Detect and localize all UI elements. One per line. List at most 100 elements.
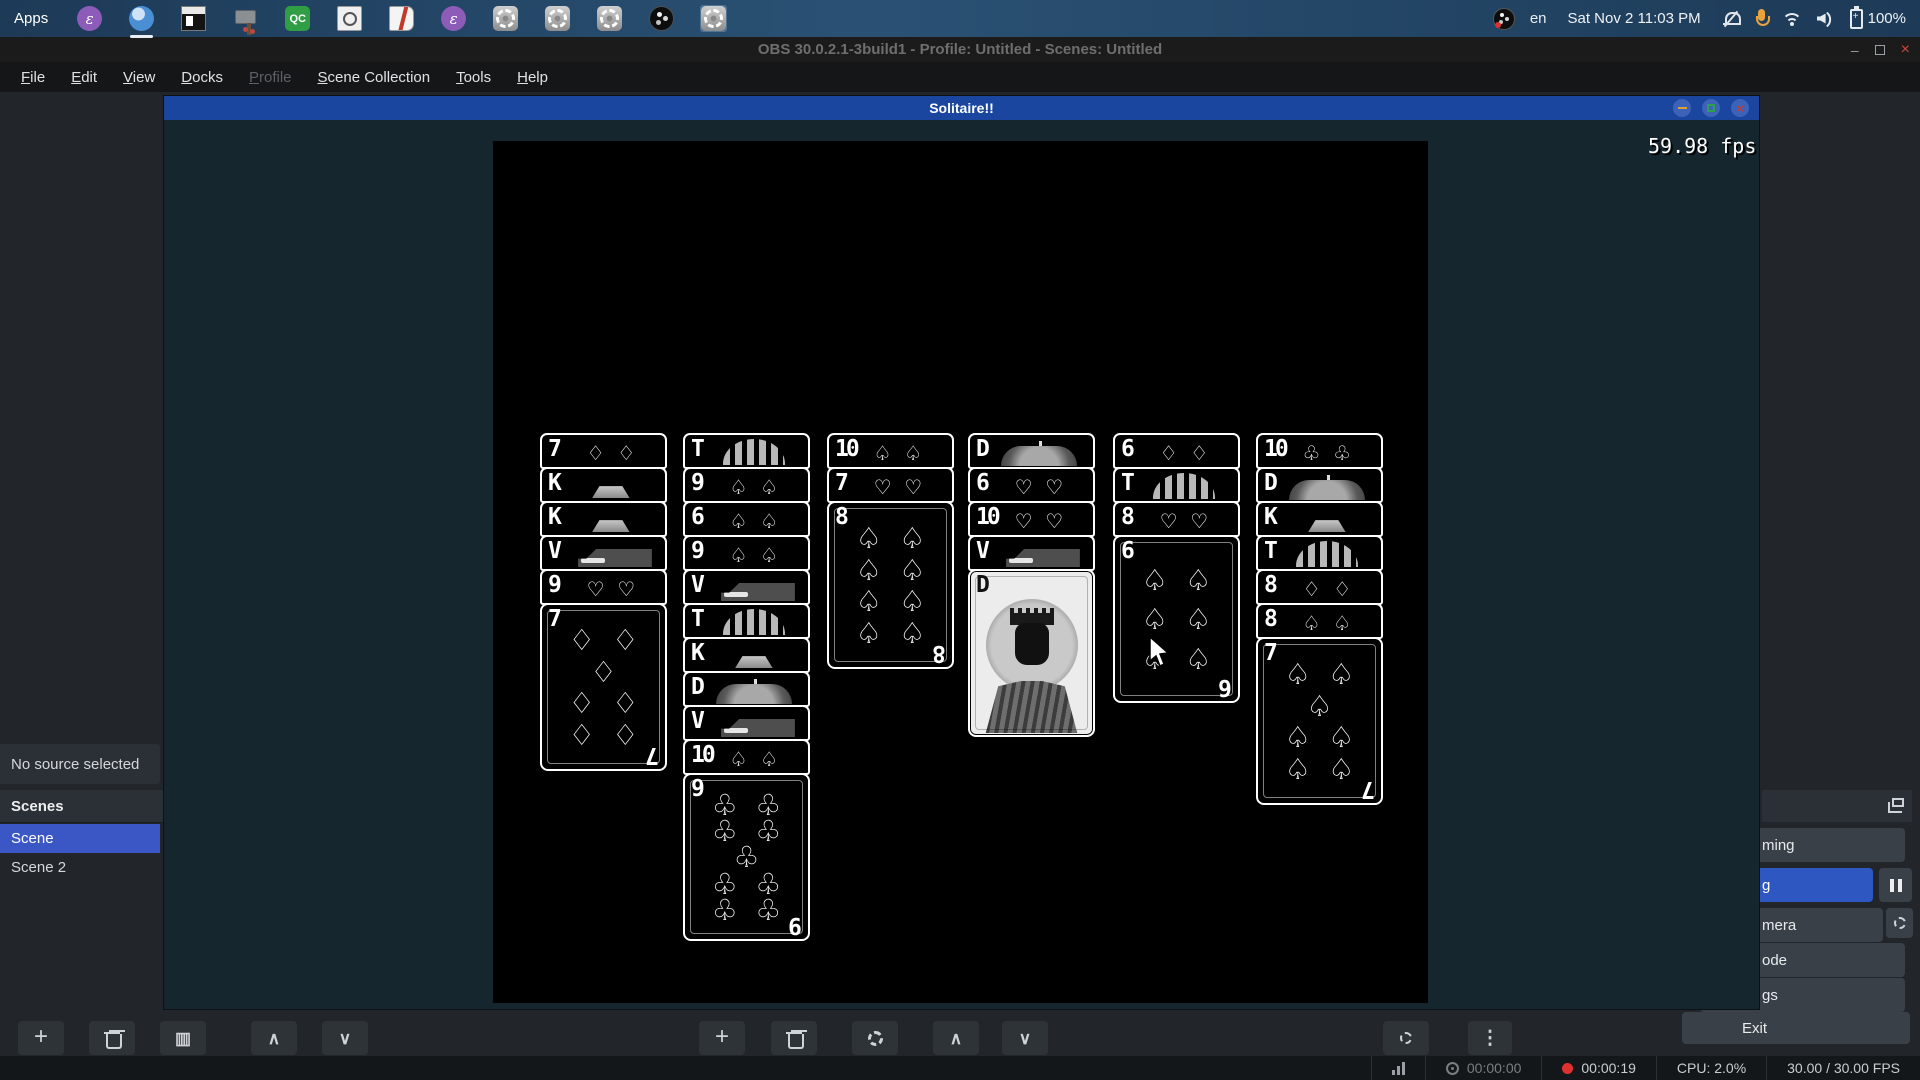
source-properties-gear-icon[interactable] [852,1021,898,1055]
card-K-crown[interactable]: K [1256,501,1383,537]
filesearch-launcher-icon[interactable] [336,5,363,32]
card-8-spades[interactable]: 8♤ ♤ [1256,603,1383,639]
remove-scene-button[interactable] [89,1021,135,1055]
card-7-diamonds[interactable]: 7♢♢♢♢♢♢♢7 [540,603,667,771]
notifications-muted-icon[interactable] [1722,10,1740,28]
card-7-hearts[interactable]: 7♡ ♡ [827,467,954,503]
card-D-sun[interactable]: D [968,433,1095,469]
card-V-boat[interactable]: V [968,535,1095,571]
card-V-boat[interactable]: V [540,535,667,571]
terminal-launcher-icon[interactable] [180,5,207,32]
remove-source-button[interactable] [771,1021,817,1055]
wifi-icon[interactable] [1782,11,1802,27]
card-6-spades[interactable]: 6♤♤♤♤♤♤6 [1113,535,1240,703]
obs-launcher-icon[interactable] [648,5,675,32]
card-7-spades[interactable]: 7♤♤♤♤♤♤♤7 [1256,637,1383,805]
advanced-audio-gear-icon[interactable] [1383,1021,1429,1055]
card-K-crown[interactable]: K [540,501,667,537]
browser-launcher-icon[interactable] [128,5,155,32]
card-T-feathers[interactable]: T [683,433,810,469]
crown-art-icon [585,515,637,532]
card-V-boat[interactable]: V [683,705,810,741]
add-source-button[interactable]: + [699,1021,745,1055]
launcher-icons: ε QC ε [76,5,727,32]
solitaire-minimize-icon[interactable] [1673,99,1691,117]
card-9-spades[interactable]: 9♤ ♤ [683,467,810,503]
card-8-hearts[interactable]: 8♡ ♡ [1113,501,1240,537]
scene-filters-button[interactable]: ▥ [160,1021,206,1055]
minimize-icon[interactable]: – [1851,43,1859,57]
book-launcher-icon[interactable] [388,5,415,32]
kebab-menu-icon[interactable]: ⋮ [1468,1021,1512,1055]
pause-recording-button[interactable] [1879,868,1912,902]
card-D-sun[interactable]: D [1256,467,1383,503]
card-10-clubs[interactable]: 10♧ ♧ [1256,433,1383,469]
menu-scene-collection[interactable]: Scene Collection [305,65,444,90]
card-9-hearts[interactable]: 9♡ ♡ [540,569,667,605]
fps-overlay: 59.98 fps [1648,134,1756,158]
clock[interactable]: Sat Nov 2 11:03 PM [1568,10,1701,27]
volume-icon[interactable] [1817,11,1835,27]
card-column-3: 10♤ ♤7♡ ♡8♤♤♤♤♤♤♤♤8 [827,141,954,1003]
card-10-spades[interactable]: 10♤ ♤ [683,739,810,775]
qc-launcher-icon[interactable]: QC [284,5,311,32]
scene-move-up-button[interactable]: ∧ [251,1021,297,1055]
dock-popout-icon[interactable] [1892,798,1904,807]
menu-help[interactable]: Help [504,65,561,90]
scene-row-scene-2[interactable]: Scene 2 [0,853,160,882]
emacs-launcher-icon[interactable]: ε [76,5,103,32]
card-6-diamonds[interactable]: 6♢ ♢ [1113,433,1240,469]
menu-profile[interactable]: Profile [236,65,305,90]
card-T-feathers[interactable]: T [1113,467,1240,503]
solitaire-maximize-icon[interactable] [1702,99,1720,117]
card-10-hearts[interactable]: 10♡ ♡ [968,501,1095,537]
gear-launcher-icon[interactable] [544,5,571,32]
card-rank: 10 [976,506,998,529]
card-V-boat[interactable]: V [683,569,810,605]
emacs-launcher-icon[interactable]: ε [440,5,467,32]
keyboard-layout-indicator[interactable]: en [1530,10,1547,27]
menu-edit[interactable]: Edit [58,65,110,90]
menu-file[interactable]: File [8,65,58,90]
battery-indicator[interactable]: 100% [1850,9,1906,29]
signal-bars-icon [1392,1062,1405,1075]
solitaire-titlebar[interactable]: Solitaire!! × [164,96,1759,120]
signpost-launcher-icon[interactable] [232,5,259,32]
solitaire-close-icon[interactable]: × [1731,99,1749,117]
card-K-crown[interactable]: K [540,467,667,503]
source-move-down-button[interactable]: ∨ [1002,1021,1048,1055]
maximize-icon[interactable] [1875,45,1885,55]
card-8-spades[interactable]: 8♤♤♤♤♤♤♤♤8 [827,501,954,669]
card-9-spades[interactable]: 9♤ ♤ [683,535,810,571]
card-9-clubs[interactable]: 9♧♧♧♧♧♧♧♧♧9 [683,773,810,941]
card-6-hearts[interactable]: 6♡ ♡ [968,467,1095,503]
card-7-diamonds[interactable]: 7♢ ♢ [540,433,667,469]
card-6-spades[interactable]: 6♤ ♤ [683,501,810,537]
card-K-crown[interactable]: K [683,637,810,673]
menu-view[interactable]: View [110,65,168,90]
card-8-diamonds[interactable]: 8♢ ♢ [1256,569,1383,605]
add-scene-button[interactable]: + [18,1021,64,1055]
exit-button[interactable]: Exit [1682,1012,1910,1044]
virtualcam-config-gear-icon[interactable] [1886,908,1913,938]
card-T-feathers[interactable]: T [1256,535,1383,571]
scene-row-scene[interactable]: Scene [0,824,160,853]
menu-tools[interactable]: Tools [443,65,504,90]
gear-launcher-icon[interactable] [700,5,727,32]
card-T-feathers[interactable]: T [683,603,810,639]
close-icon[interactable]: × [1901,42,1910,58]
gear-launcher-icon[interactable] [596,5,623,32]
apps-menu[interactable]: Apps [14,10,48,27]
card-column-6: 10♧ ♧DKT8♢ ♢8♤ ♤7♤♤♤♤♤♤♤7 [1256,141,1383,1003]
card-pips: ♤♤♤♤♤♤♤ [1258,639,1381,803]
gear-launcher-icon[interactable] [492,5,519,32]
menu-docks[interactable]: Docks [168,65,236,90]
microphone-icon[interactable] [1755,9,1767,28]
scene-move-down-button[interactable]: ∨ [322,1021,368,1055]
card-D-queen[interactable]: D [968,569,1095,737]
signpost-icon [235,10,256,24]
card-10-spades[interactable]: 10♤ ♤ [827,433,954,469]
source-move-up-button[interactable]: ∧ [933,1021,979,1055]
obs-tray-icon[interactable] [1493,8,1515,30]
card-D-sun[interactable]: D [683,671,810,707]
